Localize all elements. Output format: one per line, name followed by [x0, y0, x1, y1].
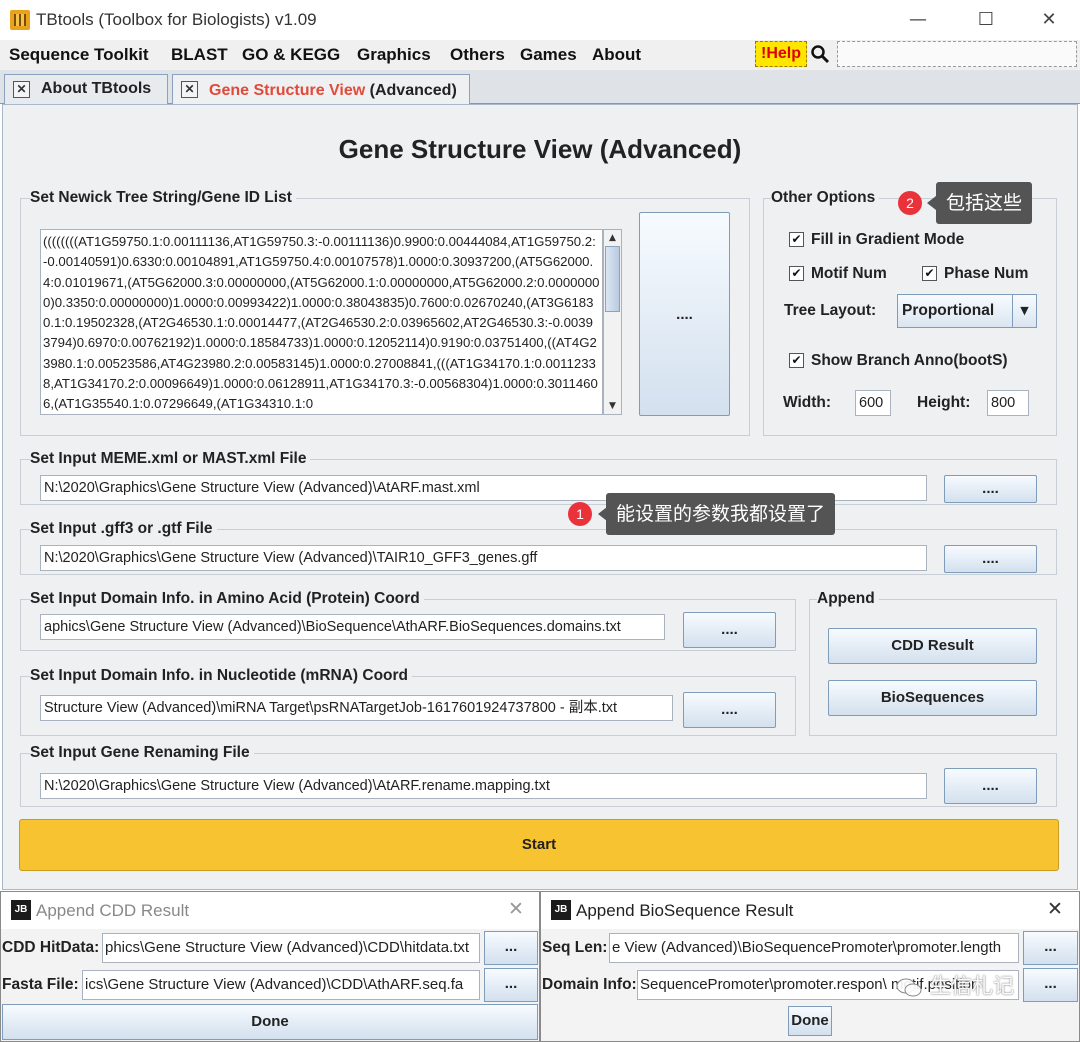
callout-2-text: 包括这些: [936, 182, 1033, 224]
bioseq-domain-browse-button[interactable]: ...: [1023, 968, 1078, 1002]
show-branch-checkbox[interactable]: ✔: [789, 353, 804, 368]
cdd-fasta-input[interactable]: ics\Gene Structure View (Advanced)\CDD\A…: [82, 970, 480, 1000]
cdd-hitdata-browse-button[interactable]: ...: [484, 931, 538, 965]
height-input[interactable]: 800: [987, 390, 1029, 416]
tbtools-logo-icon: [10, 10, 30, 30]
callout-1-number: 1: [568, 502, 592, 526]
tab-label-suffix: (Advanced): [365, 82, 457, 99]
callout-2-number: 2: [898, 191, 922, 215]
jb-app-icon: JB: [551, 900, 571, 920]
phase-num-label: Phase Num: [944, 265, 1029, 282]
rename-file-input[interactable]: N:\2020\Graphics\Gene Structure View (Ad…: [40, 773, 927, 799]
motif-num-label: Motif Num: [811, 265, 887, 282]
cdd-fasta-label: Fasta File:: [2, 976, 79, 993]
help-button[interactable]: !Help: [755, 41, 807, 67]
motif-num-checkbox[interactable]: ✔: [789, 266, 804, 281]
cdd-dialog-title: Append CDD Result: [36, 901, 190, 920]
bioseq-seqlen-label: Seq Len:: [542, 939, 608, 956]
biosequences-button[interactable]: BioSequences: [828, 680, 1037, 716]
menu-others[interactable]: Others: [450, 45, 505, 65]
cdd-hitdata-input[interactable]: phics\Gene Structure View (Advanced)\CDD…: [102, 933, 480, 963]
append-label: Append: [817, 590, 879, 608]
width-input[interactable]: 600: [855, 390, 891, 416]
menu-blast[interactable]: BLAST: [171, 45, 228, 65]
other-options-label: Other Options: [771, 189, 880, 207]
bioseq-dialog-title: Append BioSequence Result: [576, 901, 794, 920]
menu-graphics[interactable]: Graphics: [357, 45, 431, 65]
cdd-result-button[interactable]: CDD Result: [828, 628, 1037, 664]
gff-file-input[interactable]: N:\2020\Graphics\Gene Structure View (Ad…: [40, 545, 927, 571]
close-window-button[interactable]: ✕: [1026, 6, 1072, 34]
search-icon[interactable]: [810, 44, 830, 64]
maximize-button[interactable]: ☐: [963, 6, 1009, 34]
menu-go-kegg[interactable]: GO & KEGG: [242, 45, 340, 65]
callout-2-pointer: [927, 196, 936, 210]
domain-aa-browse-button[interactable]: ....: [683, 612, 776, 648]
rename-label: Set Input Gene Renaming File: [30, 744, 254, 762]
domain-nt-input[interactable]: Structure View (Advanced)\miRNA Target\p…: [40, 695, 673, 721]
tab-label-highlight: Gene Structure View: [209, 82, 366, 99]
phase-num-checkbox[interactable]: ✔: [922, 266, 937, 281]
bioseq-domain-label: Domain Info:: [542, 976, 637, 993]
fill-gradient-checkbox[interactable]: ✔: [789, 232, 804, 247]
tab-close-icon[interactable]: ✕: [13, 81, 30, 98]
bioseq-seqlen-browse-button[interactable]: ...: [1023, 931, 1078, 965]
gff-browse-button[interactable]: ....: [944, 545, 1037, 573]
watermark-text: 生信札记: [930, 974, 1014, 998]
meme-label: Set Input MEME.xml or MAST.xml File: [30, 450, 311, 468]
scroll-down-icon[interactable]: ▼: [606, 400, 619, 412]
callout-1-text: 能设置的参数我都设置了: [606, 493, 836, 535]
domain-nt-label: Set Input Domain Info. in Nucleotide (mR…: [30, 667, 413, 685]
menu-about[interactable]: About: [592, 45, 641, 65]
tree-browse-button[interactable]: ....: [639, 212, 730, 416]
domain-nt-browse-button[interactable]: ....: [683, 692, 776, 728]
chevron-down-icon[interactable]: ▼: [1012, 295, 1036, 327]
tab-about-tbtools[interactable]: ✕ About TBtools: [4, 74, 168, 104]
width-label: Width:: [783, 394, 832, 411]
search-input[interactable]: [837, 41, 1077, 67]
bioseq-seqlen-input[interactable]: e View (Advanced)\BioSequencePromoter\pr…: [609, 933, 1019, 963]
domain-aa-input[interactable]: aphics\Gene Structure View (Advanced)\Bi…: [40, 614, 665, 640]
tree-layout-select[interactable]: Proportional ▼: [897, 294, 1037, 328]
bioseq-dialog-close-button[interactable]: ✕: [1047, 898, 1063, 920]
minimize-button[interactable]: —: [895, 6, 941, 34]
tree-scroll-thumb[interactable]: [605, 246, 620, 312]
page-title: Gene Structure View (Advanced): [338, 134, 742, 164]
start-button[interactable]: Start: [19, 819, 1059, 871]
scroll-up-icon[interactable]: ▲: [606, 232, 619, 244]
jb-app-icon: JB: [11, 900, 31, 920]
newick-tree-textarea[interactable]: ((((((((AT1G59750.1:0.00111136,AT1G59750…: [40, 229, 603, 415]
window-title: TBtools (Toolbox for Biologists) v1.09: [36, 10, 317, 29]
tab-label: About TBtools: [41, 80, 152, 97]
rename-browse-button[interactable]: ....: [944, 768, 1037, 804]
fill-gradient-label: Fill in Gradient Mode: [811, 231, 965, 248]
show-branch-label: Show Branch Anno(bootS): [811, 352, 1008, 369]
height-label: Height:: [917, 394, 971, 411]
meme-browse-button[interactable]: ....: [944, 475, 1037, 503]
domain-aa-label: Set Input Domain Info. in Amino Acid (Pr…: [30, 590, 424, 608]
menu-sequence-toolkit[interactable]: Sequence Toolkit: [9, 45, 149, 65]
menu-games[interactable]: Games: [520, 45, 577, 65]
tab-close-icon[interactable]: ✕: [181, 81, 198, 98]
tab-gene-structure-view[interactable]: ✕ Gene Structure View (Advanced): [172, 74, 470, 105]
tree-layout-value: Proportional: [902, 302, 995, 319]
tree-layout-label: Tree Layout:: [784, 302, 877, 319]
gff-label: Set Input .gff3 or .gtf File: [30, 520, 217, 538]
bioseq-done-button[interactable]: Done: [788, 1006, 832, 1036]
cdd-done-button[interactable]: Done: [2, 1004, 538, 1040]
cdd-fasta-browse-button[interactable]: ...: [484, 968, 538, 1002]
wechat-icon: [896, 978, 922, 997]
cdd-dialog-close-button[interactable]: ✕: [508, 898, 524, 920]
cdd-hitdata-label: CDD HitData:: [2, 939, 100, 956]
tree-group-label: Set Newick Tree String/Gene ID List: [30, 189, 296, 207]
